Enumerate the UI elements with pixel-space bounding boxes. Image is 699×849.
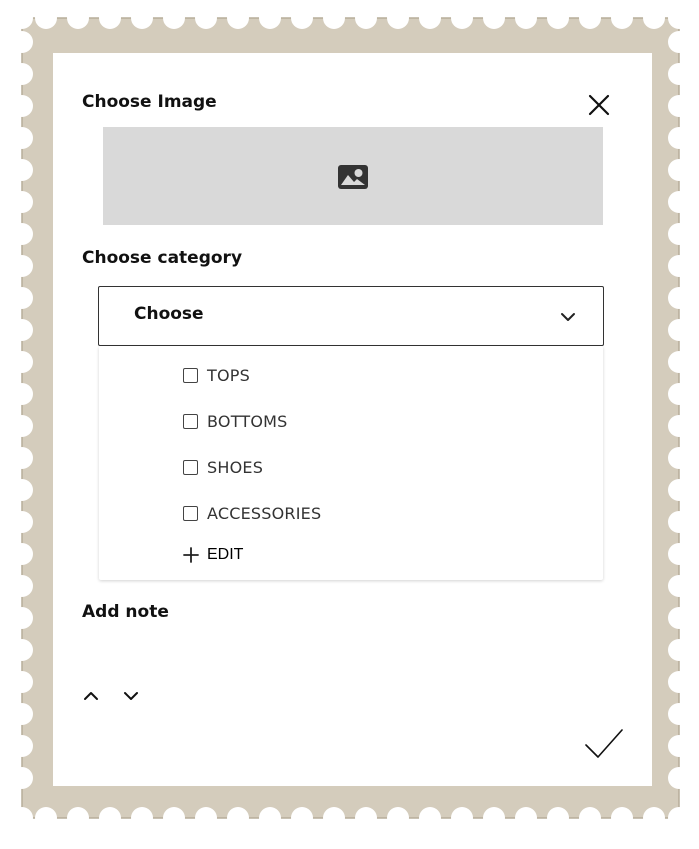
choose-category-title: Choose category [82, 248, 243, 268]
option-label: ACCESSORIES [207, 503, 322, 523]
category-option-shoes[interactable]: SHOES [183, 455, 263, 479]
checkbox[interactable] [183, 367, 198, 383]
category-select[interactable]: Choose [98, 286, 604, 346]
choose-image-title: Choose Image [82, 92, 217, 112]
form-card: Choose Image Choose category Choose TOPS [53, 53, 652, 786]
checkmark-icon[interactable] [585, 728, 623, 760]
category-select-value: Choose [134, 304, 204, 324]
edit-categories-button[interactable]: EDIT [183, 543, 243, 567]
chevron-up-icon[interactable] [82, 689, 100, 703]
stamp-modal: Choose Image Choose category Choose TOPS [0, 0, 699, 849]
photo-icon [338, 165, 368, 189]
option-label: SHOES [207, 457, 264, 477]
category-option-tops[interactable]: TOPS [183, 363, 250, 387]
checkbox[interactable] [183, 459, 198, 475]
chevron-down-icon[interactable] [122, 689, 140, 703]
checkbox[interactable] [183, 413, 198, 429]
checkbox[interactable] [183, 505, 198, 521]
add-note-title: Add note [82, 602, 169, 622]
close-icon[interactable] [586, 92, 612, 118]
note-nav [82, 689, 140, 703]
category-option-accessories[interactable]: ACCESSORIES [183, 501, 321, 525]
category-option-bottoms[interactable]: BOTTOMS [183, 409, 288, 433]
category-dropdown: TOPS BOTTOMS SHOES ACCESSORIES EDIT [99, 346, 603, 580]
edit-label: EDIT [207, 546, 244, 563]
plus-icon [183, 547, 199, 563]
option-label: BOTTOMS [207, 411, 288, 431]
image-upload-area[interactable] [103, 127, 603, 225]
option-label: TOPS [207, 365, 250, 385]
chevron-down-icon [561, 313, 575, 321]
